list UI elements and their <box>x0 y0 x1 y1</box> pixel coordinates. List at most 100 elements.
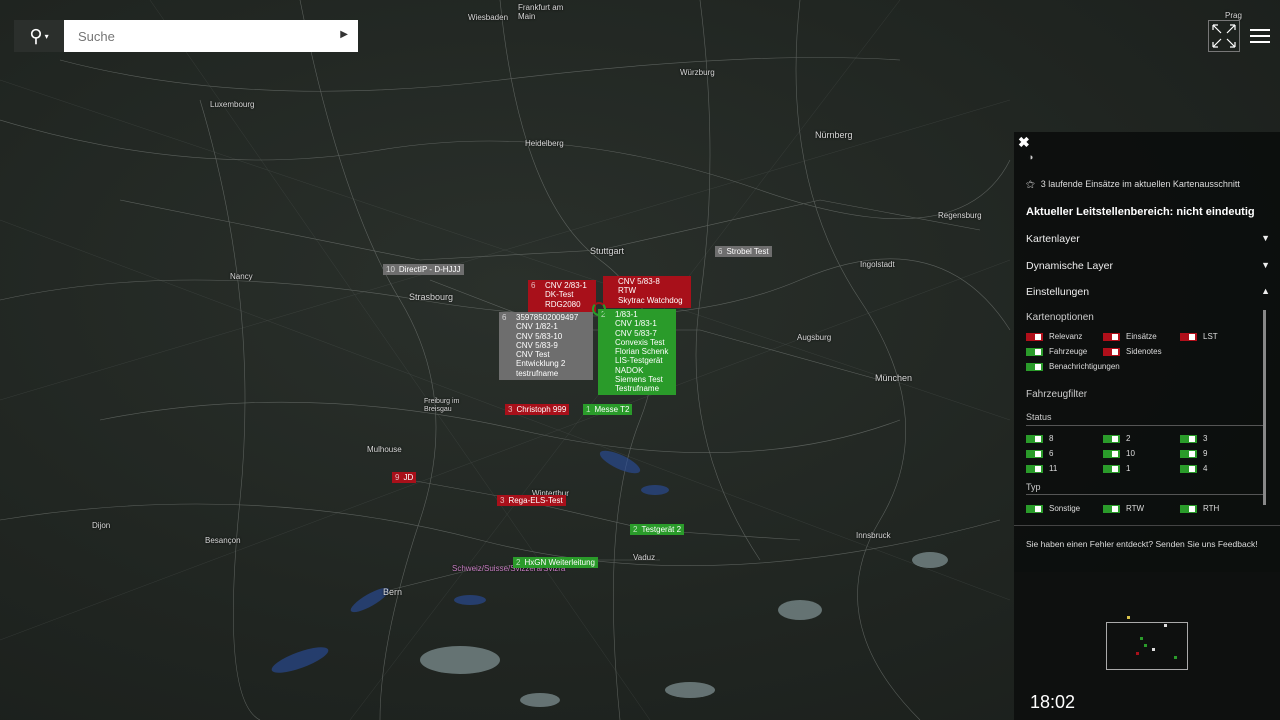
checkbox[interactable] <box>1026 449 1043 458</box>
checkbox[interactable] <box>1103 434 1120 443</box>
checkbox[interactable] <box>1026 332 1043 341</box>
checkbox[interactable] <box>1103 449 1120 458</box>
minimap-dot <box>1174 656 1177 659</box>
marker-line: CNV 5/83-9 <box>516 340 558 350</box>
minimap-dot <box>1152 648 1155 651</box>
marker-stack-red-1[interactable]: 6 CNV 2/83-1 DK-Test RDG2080 <box>528 280 596 312</box>
marker-label: DirectIP - D-HJJJ <box>398 265 461 274</box>
checkbox[interactable] <box>1180 449 1197 458</box>
close-icon[interactable]: ✖ <box>1018 134 1030 151</box>
checkbox[interactable] <box>1026 504 1043 513</box>
typ-filter[interactable]: RTW <box>1103 504 1144 513</box>
marker-label: JD <box>403 473 414 482</box>
status-label: 11 <box>1049 464 1058 473</box>
checkbox[interactable] <box>1180 434 1197 443</box>
search-input[interactable] <box>64 20 358 52</box>
option-label: Sidenotes <box>1126 347 1162 356</box>
checkbox[interactable] <box>1026 362 1043 371</box>
checkbox[interactable] <box>1103 332 1120 341</box>
marker-christoph[interactable]: 3 Christoph 999 <box>505 404 570 415</box>
status-filter[interactable]: 6 <box>1026 449 1053 458</box>
city-label: Frankfurt am Main <box>518 3 564 21</box>
option-benachrichtigungen[interactable]: Benachrichtigungen <box>1026 362 1120 371</box>
search-dropdown-button[interactable]: ⚲ ▾ <box>14 20 64 52</box>
checkbox[interactable] <box>1026 464 1043 473</box>
marker-stack-green[interactable]: 2 1/83-1 CNV 1/83-1 CNV 5/83-7 Convexis … <box>598 309 676 395</box>
accordion-einstellungen[interactable]: Einstellungen ▲ <box>1026 286 1270 298</box>
status-filter[interactable]: 8 <box>1026 434 1053 443</box>
status-filter[interactable]: 4 <box>1180 464 1207 473</box>
status-filter[interactable]: 1 <box>1103 464 1130 473</box>
chevron-down-icon: ▼ <box>1261 233 1270 243</box>
marker-jd[interactable]: 9 JD <box>392 472 417 483</box>
feedback-link[interactable]: Sie haben einen Fehler entdeckt? Senden … <box>1026 539 1258 549</box>
marker-testgeraet[interactable]: 2 Testgerät 2 <box>630 524 685 535</box>
status-filter[interactable]: 3 <box>1180 434 1207 443</box>
checkbox[interactable] <box>1026 347 1043 356</box>
status-filter[interactable]: 9 <box>1180 449 1207 458</box>
marker-line: testrufname <box>516 368 559 378</box>
city-label: Würzburg <box>680 68 715 77</box>
option-label: Einsätze <box>1126 332 1157 341</box>
checkbox[interactable] <box>1103 347 1120 356</box>
typ-filter[interactable]: RTH <box>1180 504 1219 513</box>
marker-line: CNV 1/83-1 <box>615 319 657 329</box>
minimap-viewport[interactable] <box>1106 622 1188 670</box>
marker-line: DK-Test <box>545 290 574 300</box>
marker-stack-grey[interactable]: 6 35978502009497 CNV 1/82-1 CNV 5/83-10 … <box>499 312 593 380</box>
marker-line: RTW <box>618 286 637 296</box>
marker-direct-ip[interactable]: 10 DirectIP - D-HJJJ <box>383 264 464 275</box>
checkbox[interactable] <box>1103 504 1120 513</box>
marker-strobel[interactable]: 6 Strobel Test <box>715 246 772 257</box>
accordion-dynamische-layer[interactable]: Dynamische Layer ▼ <box>1026 260 1270 272</box>
city-label: Strasbourg <box>409 292 454 302</box>
accordion-kartenlayer[interactable]: Kartenlayer ▼ <box>1026 233 1270 245</box>
checkbox[interactable] <box>1180 504 1197 513</box>
status-label: 3 <box>1203 434 1208 443</box>
minimap-dot <box>1127 616 1130 619</box>
search-submit-icon[interactable]: ▶ <box>340 29 348 40</box>
option-fahrzeuge[interactable]: Fahrzeuge <box>1026 347 1087 356</box>
menu-button[interactable] <box>1250 29 1270 43</box>
marker-stack-red-2[interactable]: CNV 5/83-8 RTW Skytrac Watchdog <box>603 276 691 308</box>
marker-rega[interactable]: 3 Rega-ELS-Test <box>497 495 566 506</box>
option-einsaetze[interactable]: Einsätze <box>1103 332 1157 341</box>
option-lst[interactable]: LST <box>1180 332 1218 341</box>
city-label: Regensburg <box>938 211 982 220</box>
marker-line: Florian Schenk <box>615 347 669 357</box>
marker-messe[interactable]: 1 Messe T2 <box>583 404 633 415</box>
city-label: Bern <box>383 587 403 597</box>
marker-hxgn[interactable]: 2 HxGN Weiterleitung <box>513 557 598 568</box>
marker-line: Convexis Test <box>615 337 665 347</box>
minimap-dot <box>1144 644 1147 647</box>
accordion-label: Einstellungen <box>1026 286 1090 298</box>
checkbox[interactable] <box>1103 464 1120 473</box>
option-sidenotes[interactable]: Sidenotes <box>1103 347 1162 356</box>
side-panel: ✖ ◑ ⚝ 3 laufende Einsätze im aktuellen Ka… <box>1014 132 1280 720</box>
marker-line: Testrufname <box>615 384 660 394</box>
checkbox[interactable] <box>1180 332 1197 341</box>
marker-count: 2 <box>633 525 638 534</box>
menu-bar <box>1250 29 1270 31</box>
checkbox[interactable] <box>1026 434 1043 443</box>
option-relevanz[interactable]: Relevanz <box>1026 332 1082 341</box>
typ-filter[interactable]: Sonstige <box>1026 504 1080 513</box>
theme-toggle-icon[interactable]: ◑ <box>1028 152 1033 162</box>
scrollbar[interactable] <box>1263 310 1266 505</box>
marker-count: 6 <box>502 313 507 322</box>
marker-count: 9 <box>395 473 400 482</box>
divider <box>1026 494 1264 495</box>
menu-bar <box>1250 35 1270 37</box>
search-icon: ⚲ <box>29 25 43 46</box>
checkbox[interactable] <box>1180 464 1197 473</box>
typ-title: Typ <box>1026 482 1041 492</box>
status-filter[interactable]: 11 <box>1026 464 1057 473</box>
status-filter[interactable]: 10 <box>1103 449 1135 458</box>
option-label: Benachrichtigungen <box>1049 362 1120 371</box>
marker-count: 2 <box>516 558 521 567</box>
option-label: Fahrzeuge <box>1049 347 1088 356</box>
fullscreen-button[interactable] <box>1208 20 1240 52</box>
marker-line: CNV 2/83-1 <box>545 281 587 290</box>
city-label: Nancy <box>230 272 253 281</box>
status-filter[interactable]: 2 <box>1103 434 1130 443</box>
